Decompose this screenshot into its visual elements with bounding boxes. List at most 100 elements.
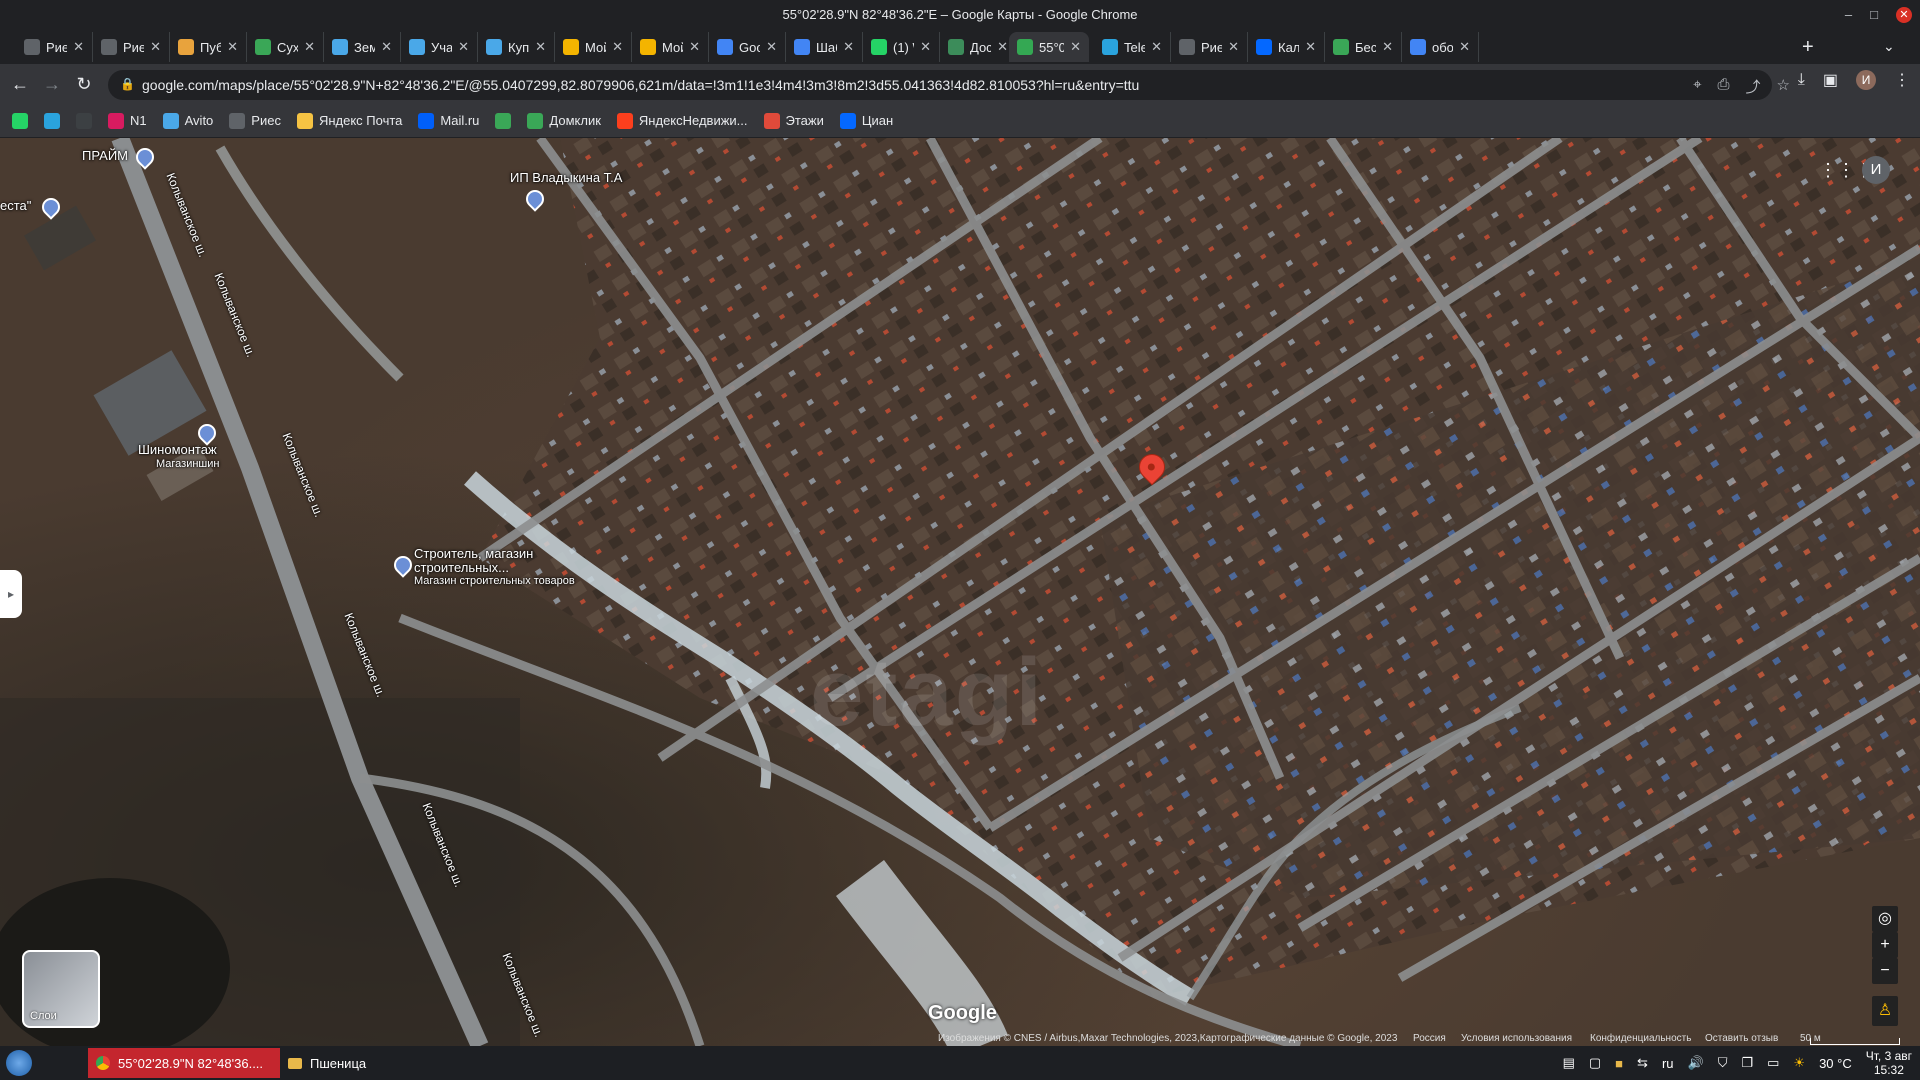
profile-avatar[interactable]: И [1856, 70, 1876, 90]
tab[interactable]: (1) W ✕ [863, 32, 940, 62]
site-info-icon[interactable]: 🔒 [120, 77, 135, 91]
downloads-icon[interactable]: ⤓ [1798, 71, 1805, 89]
bookmark-item[interactable]: Риес [229, 112, 281, 129]
tab[interactable]: Публ ✕ [170, 32, 247, 62]
bookmark-item[interactable]: Avito [162, 112, 213, 129]
close-window-button[interactable]: ✕ [1896, 7, 1912, 23]
account-avatar[interactable]: И [1862, 156, 1890, 184]
install-app-icon[interactable]: ⎙ [1718, 76, 1730, 97]
taskbar-item-folder[interactable]: Пшеница [280, 1048, 420, 1078]
notes-icon[interactable]: ■ [1615, 1056, 1623, 1071]
tab[interactable]: Дост ✕ [940, 32, 1017, 62]
bookmark-item[interactable] [76, 112, 92, 129]
close-tab-icon[interactable]: ✕ [381, 39, 392, 55]
bookmark-item[interactable]: Домклик [527, 112, 601, 129]
side-panel-icon[interactable]: ▣ [1823, 70, 1838, 90]
tab[interactable]: Мой ✕ [555, 32, 632, 62]
bookmark-item[interactable]: Циан [839, 112, 893, 129]
poi-label-shinomontazh[interactable]: Шиномонтаж [138, 442, 217, 457]
poi-label-stroitel-2[interactable]: строительных... [414, 560, 509, 575]
close-tab-icon[interactable]: ✕ [843, 39, 854, 55]
close-tab-icon[interactable]: ✕ [1151, 39, 1162, 55]
tab[interactable]: Земе ✕ [324, 32, 401, 62]
chrome-menu-icon[interactable]: ⋮ [1894, 70, 1910, 90]
back-button[interactable]: ← [8, 72, 32, 96]
feedback-link[interactable]: Оставить отзыв [1705, 1033, 1778, 1044]
bookmark-item[interactable]: Этажи [763, 112, 824, 129]
tab[interactable]: Риес ✕ [93, 32, 170, 62]
new-tab-button[interactable]: + [1802, 36, 1814, 59]
tab[interactable]: обоз ✕ [1402, 32, 1479, 62]
forward-button[interactable]: → [40, 72, 64, 96]
display-icon[interactable]: ▭ [1767, 1055, 1779, 1071]
close-tab-icon[interactable]: ✕ [1070, 39, 1081, 55]
tab[interactable]: Мой ✕ [632, 32, 709, 62]
bookmark-item[interactable] [495, 112, 512, 129]
bookmark-item[interactable]: Яндекс Почта [296, 112, 402, 129]
close-tab-icon[interactable]: ✕ [1228, 39, 1239, 55]
shield-icon[interactable]: ⛉ [1718, 1055, 1728, 1071]
tab[interactable]: Риес ✕ [1171, 32, 1248, 62]
terms-link[interactable]: Условия использования [1461, 1033, 1572, 1044]
network-monitor-icon[interactable]: ▤ [1563, 1055, 1575, 1071]
tab[interactable]: Каль ✕ [1248, 32, 1325, 62]
bookmark-star-icon[interactable]: ☆ [1777, 76, 1790, 97]
tab[interactable]: Goog ✕ [709, 32, 786, 62]
close-tab-icon[interactable]: ✕ [612, 39, 623, 55]
close-tab-icon[interactable]: ✕ [535, 39, 546, 55]
poi-label-vesta[interactable]: еста" [0, 198, 31, 213]
tab-search-chevron-icon[interactable]: ⌄ [1883, 38, 1895, 55]
weather-sun-icon[interactable]: ☀ [1793, 1055, 1805, 1071]
maximize-button[interactable]: □ [1870, 0, 1878, 30]
share-icon[interactable]: ⤴ [1746, 76, 1761, 97]
close-tab-icon[interactable]: ✕ [1382, 39, 1393, 55]
close-tab-icon[interactable]: ✕ [997, 39, 1008, 55]
bookmark-item[interactable]: Mail.ru [418, 112, 479, 129]
language-indicator[interactable]: ru [1662, 1056, 1674, 1071]
clipboard-icon[interactable]: ❐ [1741, 1055, 1753, 1071]
poi-label-ip-vladykina[interactable]: ИП Владыкина Т.А [510, 170, 622, 185]
start-menu-button[interactable] [6, 1050, 32, 1076]
bookmark-item[interactable]: N1 [108, 112, 147, 129]
tab[interactable]: Суха ✕ [247, 32, 324, 62]
close-tab-icon[interactable]: ✕ [304, 39, 315, 55]
scale-bar[interactable] [1810, 1038, 1900, 1045]
bookmark-item[interactable]: ЯндексНедвижи... [616, 112, 748, 129]
address-bar[interactable]: 🔒 google.com/maps/place/55°02'28.9"N+82°… [108, 70, 1772, 100]
zoom-out-button[interactable]: − [1872, 958, 1898, 984]
close-tab-icon[interactable]: ✕ [920, 39, 931, 55]
location-icon[interactable]: ⌖ [1693, 76, 1701, 97]
street-view-pegman-icon[interactable]: ♙ [1872, 996, 1898, 1026]
close-tab-icon[interactable]: ✕ [1459, 39, 1470, 55]
zoom-in-button[interactable]: + [1872, 932, 1898, 958]
my-location-button[interactable]: ◎ [1872, 906, 1898, 932]
minimize-button[interactable]: – [1845, 0, 1852, 30]
tab[interactable]: Teleg ✕ [1094, 32, 1171, 62]
reload-button[interactable]: ↻ [72, 72, 96, 96]
tab[interactable]: Риес ✕ [16, 32, 93, 62]
tab[interactable]: Бесп ✕ [1325, 32, 1402, 62]
layers-button[interactable]: Слои [22, 950, 100, 1028]
close-tab-icon[interactable]: ✕ [458, 39, 469, 55]
close-tab-icon[interactable]: ✕ [689, 39, 700, 55]
taskbar-item-chrome[interactable]: 55°02'28.9"N 82°48'36.... [88, 1048, 280, 1078]
privacy-link[interactable]: Конфиденциальность [1590, 1033, 1691, 1044]
network-icon[interactable]: ⇆ [1637, 1055, 1648, 1071]
tab[interactable]: Учас ✕ [401, 32, 478, 62]
close-tab-icon[interactable]: ✕ [766, 39, 777, 55]
clock[interactable]: Чт, 3 авг 15:32 [1866, 1049, 1912, 1077]
close-tab-icon[interactable]: ✕ [150, 39, 161, 55]
expand-side-panel-button[interactable]: ▸ [0, 570, 22, 618]
poi-label-stroitel[interactable]: Строитель, магазин [414, 546, 533, 561]
map-canvas[interactable]: etagi ПРАЙМ еста" ИП Владыкина Т.А Шином… [0, 138, 1920, 1046]
tab[interactable]: 55°0 ✕ [1009, 32, 1089, 62]
url-text[interactable]: google.com/maps/place/55°02'28.9"N+82°48… [142, 70, 1139, 100]
screenshot-icon[interactable]: ▢ [1589, 1055, 1601, 1071]
close-tab-icon[interactable]: ✕ [73, 39, 84, 55]
close-tab-icon[interactable]: ✕ [1305, 39, 1316, 55]
tab[interactable]: Шаб ✕ [786, 32, 863, 62]
tab[interactable]: Купи ✕ [478, 32, 555, 62]
country-link[interactable]: Россия [1413, 1033, 1446, 1044]
bookmark-item[interactable] [44, 112, 60, 129]
volume-icon[interactable]: 🔊 [1688, 1055, 1704, 1071]
